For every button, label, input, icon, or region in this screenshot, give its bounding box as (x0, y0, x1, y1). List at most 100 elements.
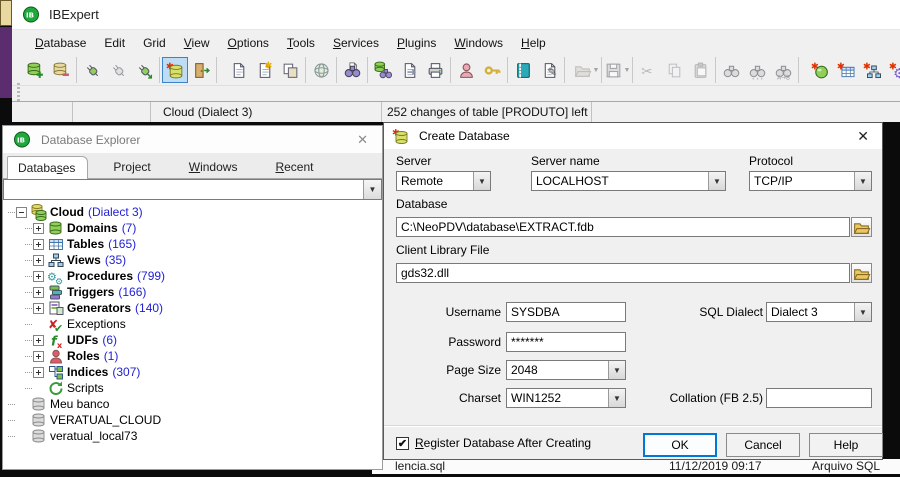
print-button[interactable] (422, 57, 448, 83)
new-table-button[interactable]: ✱ (833, 57, 859, 83)
sql-dialect-select[interactable]: Dialect 3 ▼ (766, 302, 872, 322)
chevron-down-icon[interactable]: ▼ (854, 303, 871, 321)
exit-application-button[interactable] (188, 57, 214, 83)
new-view-button[interactable]: ✱ (859, 57, 885, 83)
expand-plus-icon[interactable] (33, 254, 44, 266)
server-name-select[interactable]: LOCALHOST ▼ (531, 171, 726, 191)
server-select[interactable]: Remote ▼ (396, 171, 491, 191)
replace-button[interactable]: A→B (770, 57, 796, 83)
tab-windows[interactable]: Windows (178, 155, 251, 178)
menu-windows[interactable]: Windows (445, 32, 512, 54)
expand-plus-icon[interactable] (33, 334, 44, 346)
tree-item-veratual-cloud[interactable]: VERATUAL_CLOUD (3, 412, 382, 428)
cancel-button[interactable]: Cancel (726, 433, 800, 457)
expand-plus-icon[interactable] (33, 366, 44, 378)
menu-help[interactable]: Help (512, 32, 555, 54)
user-manager-button[interactable] (453, 57, 479, 83)
expand-plus-icon[interactable] (33, 350, 44, 362)
client-library-input[interactable] (396, 263, 850, 283)
save-file-button[interactable]: ▼ (604, 57, 630, 83)
explorer-tabs: Databases Project Windows Recent (3, 153, 382, 179)
tree-item-count: (7) (121, 221, 137, 235)
menu-grid[interactable]: Grid (134, 32, 175, 54)
chevron-down-icon[interactable]: ▼ (624, 67, 631, 74)
statusbar-cell-4 (592, 102, 900, 122)
test-connection-button[interactable] (131, 57, 157, 83)
new-script-button[interactable]: ✱ (251, 57, 277, 83)
sql-dialect-label: SQL Dialect (699, 305, 763, 319)
unregister-database-button[interactable] (48, 57, 74, 83)
menu-plugins[interactable]: Plugins (388, 32, 445, 54)
help-button[interactable]: Help (809, 433, 883, 457)
client-library-browse-button[interactable] (851, 263, 872, 283)
script-generator-button[interactable] (396, 57, 422, 83)
collapse-minus-icon[interactable] (16, 206, 27, 218)
menu-database[interactable]: Database (26, 32, 95, 54)
tab-databases[interactable]: Databases (7, 156, 89, 179)
blob-viewer-button[interactable] (510, 57, 536, 83)
disconnect-button[interactable] (105, 57, 131, 83)
dialog-close-icon[interactable]: ✕ (852, 128, 874, 145)
extract-metadata-button[interactable] (370, 57, 396, 83)
database-path-input[interactable] (396, 217, 850, 237)
connect-icon (83, 61, 102, 80)
expand-plus-icon[interactable] (33, 270, 44, 282)
ok-button[interactable]: OK (643, 433, 717, 457)
find-button[interactable] (718, 57, 744, 83)
tab-project[interactable]: Project (102, 155, 163, 178)
grant-manager-button[interactable] (479, 57, 505, 83)
search-in-metadata-button[interactable] (339, 57, 365, 83)
expand-plus-icon[interactable] (33, 302, 44, 314)
statusbar-cell-2: Cloud (Dialect 3) (151, 102, 382, 122)
chevron-down-icon[interactable]: ▼ (363, 180, 381, 199)
menu-services[interactable]: Services (324, 32, 388, 54)
new-domain-button[interactable]: ✱ (807, 57, 833, 83)
tree-item-veratual-local73[interactable]: veratual_local73 (3, 428, 382, 444)
menu-options[interactable]: Options (219, 32, 278, 54)
new-procedure-button[interactable]: ✱⚙ (885, 57, 900, 83)
menu-edit[interactable]: Edit (95, 32, 134, 54)
explorer-close-icon[interactable]: ✕ (353, 132, 372, 148)
title-bar: IB IBExpert (12, 0, 900, 30)
chevron-down-icon[interactable]: ▼ (593, 67, 600, 74)
chevron-down-icon[interactable]: ▼ (708, 172, 725, 190)
new-sql-editor-button[interactable] (225, 57, 251, 83)
tree-guide-line (25, 227, 32, 229)
open-file-button[interactable]: ▼ (573, 57, 599, 83)
register-database-button[interactable] (22, 57, 48, 83)
collation-input[interactable] (766, 388, 872, 408)
paste-button[interactable] (687, 57, 713, 83)
chevron-down-icon[interactable]: ▼ (854, 172, 871, 190)
username-input[interactable] (506, 302, 626, 322)
copy-objects-button[interactable] (277, 57, 303, 83)
database-filter-combo[interactable]: ▼ (3, 179, 382, 200)
tree-item-scripts[interactable]: Scripts (3, 380, 382, 396)
tab-recent[interactable]: Recent (264, 155, 326, 178)
find-next-button[interactable] (744, 57, 770, 83)
chevron-down-icon[interactable]: ▼ (473, 172, 490, 190)
tree-guide-line (8, 403, 15, 405)
chevron-down-icon[interactable]: ▼ (608, 389, 625, 407)
copy-button[interactable] (661, 57, 687, 83)
chevron-down-icon[interactable]: ▼ (608, 361, 625, 379)
expand-plus-icon[interactable] (33, 286, 44, 298)
protocol-select[interactable]: TCP/IP ▼ (749, 171, 872, 191)
expand-plus-icon[interactable] (33, 238, 44, 250)
database-browse-button[interactable] (851, 217, 872, 237)
ibexpert-logo-icon: IB (13, 131, 31, 148)
sql-editor-edit-button[interactable]: ✎ (536, 57, 562, 83)
expand-plus-icon[interactable] (33, 222, 44, 234)
create-database-button[interactable]: ✱ (162, 57, 188, 83)
tree-item-meu-banco[interactable]: Meu banco (3, 396, 382, 412)
password-input[interactable] (506, 332, 626, 352)
menu-view[interactable]: View (175, 32, 219, 54)
charset-select[interactable]: WIN1252 ▼ (506, 388, 626, 408)
tree-guide-line (25, 387, 32, 389)
menu-tools[interactable]: Tools (278, 32, 324, 54)
cut-button[interactable]: ✂ (635, 57, 661, 83)
connect-button[interactable] (79, 57, 105, 83)
tree-guide-line (8, 211, 15, 213)
register-after-creating-checkbox[interactable]: ✔ (396, 436, 409, 450)
page-size-select[interactable]: 2048 ▼ (506, 360, 626, 380)
localization-button[interactable] (308, 57, 334, 83)
